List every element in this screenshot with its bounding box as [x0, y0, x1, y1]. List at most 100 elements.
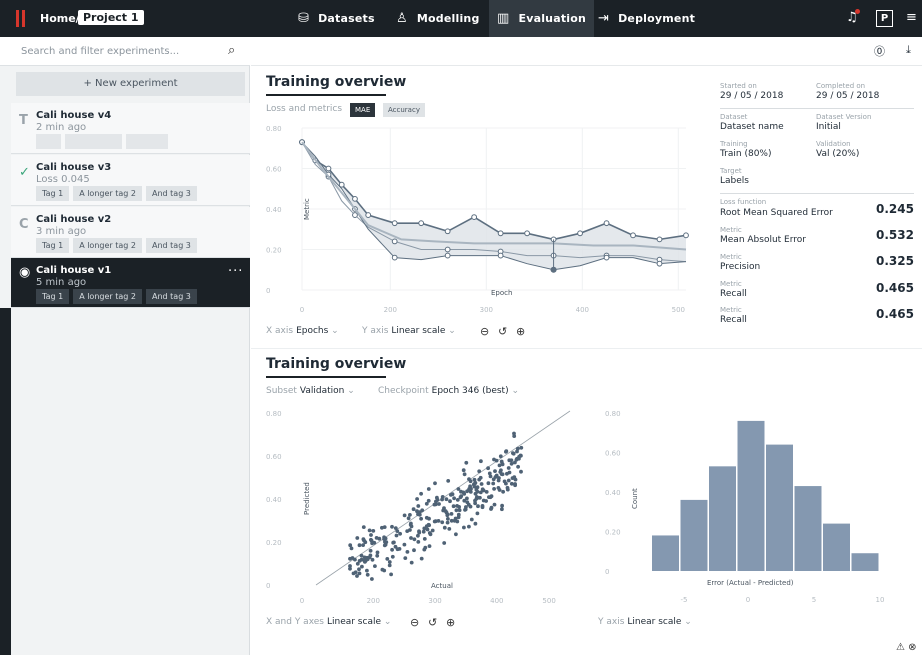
reset-icon[interactable]: ↺ — [498, 325, 507, 338]
experiment-sub: 2 min ago — [36, 122, 87, 133]
bar-chart-icon: ▥ — [497, 11, 510, 26]
download-icon[interactable]: ⤓ — [906, 43, 911, 57]
scatter-point — [515, 449, 519, 454]
scatter-point — [454, 508, 459, 513]
scatter-point — [479, 459, 483, 464]
data-point — [444, 228, 451, 235]
meta-key: Metric — [720, 280, 742, 288]
scatter-point — [416, 540, 421, 544]
menu-icon[interactable]: ≡ — [906, 10, 917, 25]
nav-label: Modelling — [416, 12, 480, 25]
y-tick-label: 0.80 — [266, 410, 282, 418]
scatter-point — [394, 533, 399, 538]
scatter-point — [516, 464, 520, 469]
scatter-point — [455, 519, 460, 524]
zoom-out-icon[interactable]: ⊖ — [410, 616, 419, 629]
zoom-out-icon[interactable]: ⊖ — [480, 325, 489, 338]
meta-key: Started on — [720, 82, 757, 90]
scatter-point — [427, 516, 431, 521]
reset-icon[interactable]: ↺ — [428, 616, 437, 629]
help-icon[interactable]: ⓪ — [874, 43, 885, 59]
x-tick-label: 200 — [367, 597, 380, 605]
data-point — [325, 165, 332, 172]
experiment-item[interactable]: T Cali house v4 2 min ago — [11, 103, 250, 154]
breadcrumb-project[interactable]: Project 1 — [78, 10, 144, 25]
histogram-chart: 0 0.20 0.40 0.60 0.80 -5 0 5 10 Error (Actual - P… — [605, 410, 884, 604]
control-label: X axis — [266, 326, 294, 336]
scatter-point — [513, 482, 517, 486]
x-axis-control[interactable]: X axis Epochs ⌄ — [266, 326, 339, 336]
tag[interactable]: A longer tag 2 — [73, 186, 142, 201]
scatter-point — [484, 499, 488, 503]
scatter-point — [365, 557, 370, 562]
scatter-point — [465, 500, 470, 505]
experiment-item-selected[interactable]: ◉ Cali house v1 5 min ago ··· Tag 1A lon… — [11, 258, 250, 308]
metric-number: 0.532 — [876, 228, 914, 242]
experiment-item[interactable]: ✓ Cali house v3 Loss 0.045 Tag 1A longer… — [11, 155, 250, 206]
nav-deployment[interactable]: ⇥ Deployment — [598, 0, 695, 37]
scatter-point — [349, 546, 354, 551]
meta-value: 29 / 05 / 2018 — [720, 91, 784, 101]
experiment-item[interactable]: C Cali house v2 3 min ago Tag 1A longer … — [11, 207, 250, 258]
histogram-bar — [766, 444, 793, 571]
profile-button[interactable]: P — [876, 10, 893, 27]
tag[interactable]: Tag 1 — [36, 289, 70, 304]
pill-accuracy[interactable]: Accuracy — [383, 103, 425, 117]
subset-dropdown[interactable]: Subset Validation ⌄ — [266, 386, 355, 396]
y-axis-control[interactable]: Y axis Linear scale ⌄ — [598, 617, 692, 627]
data-point — [444, 246, 451, 253]
scatter-point — [368, 548, 373, 553]
data-point — [577, 230, 583, 237]
zoom-in-icon[interactable]: ⊕ — [446, 616, 455, 629]
scatter-point — [475, 495, 480, 500]
nav-modelling[interactable]: ♙ Modelling — [396, 0, 480, 37]
scatter-point — [387, 563, 392, 568]
section-title: Training overview — [266, 356, 407, 372]
scatter-point — [370, 541, 374, 546]
nav-evaluation[interactable]: ▥ Evaluation — [489, 0, 595, 37]
tag[interactable]: And tag 3 — [145, 238, 197, 253]
tag[interactable]: And tag 3 — [145, 186, 197, 201]
y-tick-label: 0.40 — [605, 489, 621, 497]
scatter-point — [454, 532, 458, 537]
xy-axes-control[interactable]: X and Y axes Linear scale ⌄ — [266, 617, 391, 627]
x-axis-label: Actual — [431, 582, 453, 590]
scatter-point — [419, 556, 424, 561]
data-point — [471, 214, 478, 220]
scatter-point — [412, 537, 417, 542]
search-icon[interactable]: ⌕ — [228, 43, 235, 58]
scatter-point — [465, 496, 469, 501]
scatter-point — [493, 469, 497, 473]
tag[interactable]: Tag 1 — [36, 186, 70, 201]
best-epoch-point — [550, 266, 557, 273]
control-value: Validation — [299, 386, 345, 396]
scatter-point — [468, 479, 473, 484]
control-label: Y axis — [362, 326, 389, 336]
scatter-point — [402, 513, 407, 518]
scatter-point — [409, 536, 413, 540]
scatter-point — [409, 560, 414, 565]
zoom-in-icon[interactable]: ⊕ — [516, 325, 525, 338]
scatter-point — [402, 542, 407, 547]
search-bar[interactable]: Search and filter experiments... ⌕ — [0, 37, 250, 66]
scatter-point — [494, 473, 499, 478]
checkpoint-dropdown[interactable]: Checkpoint Epoch 346 (best) ⌄ — [378, 386, 519, 396]
scatter-point — [437, 502, 441, 506]
scatter-point — [450, 492, 455, 497]
scatter-point — [489, 507, 493, 511]
more-icon[interactable]: ··· — [228, 264, 243, 279]
search-input[interactable]: Search and filter experiments... — [21, 46, 179, 57]
pill-mae[interactable]: MAE — [350, 103, 376, 117]
tag[interactable]: Tag 1 — [36, 238, 70, 253]
y-axis-control[interactable]: Y axis Linear scale ⌄ — [362, 326, 456, 336]
breadcrumb-home[interactable]: Home/ — [40, 12, 80, 25]
tag[interactable]: And tag 3 — [145, 289, 197, 304]
nav-datasets[interactable]: ⛁ Datasets — [298, 0, 375, 37]
tag[interactable]: A longer tag 2 — [73, 238, 142, 253]
new-experiment-button[interactable]: + New experiment — [16, 72, 245, 96]
scatter-point — [468, 504, 473, 509]
data-point — [656, 236, 663, 243]
warning-icon[interactable]: ⚠ ⊗ — [896, 642, 917, 653]
scatter-point — [424, 524, 429, 528]
tag[interactable]: A longer tag 2 — [73, 289, 142, 304]
